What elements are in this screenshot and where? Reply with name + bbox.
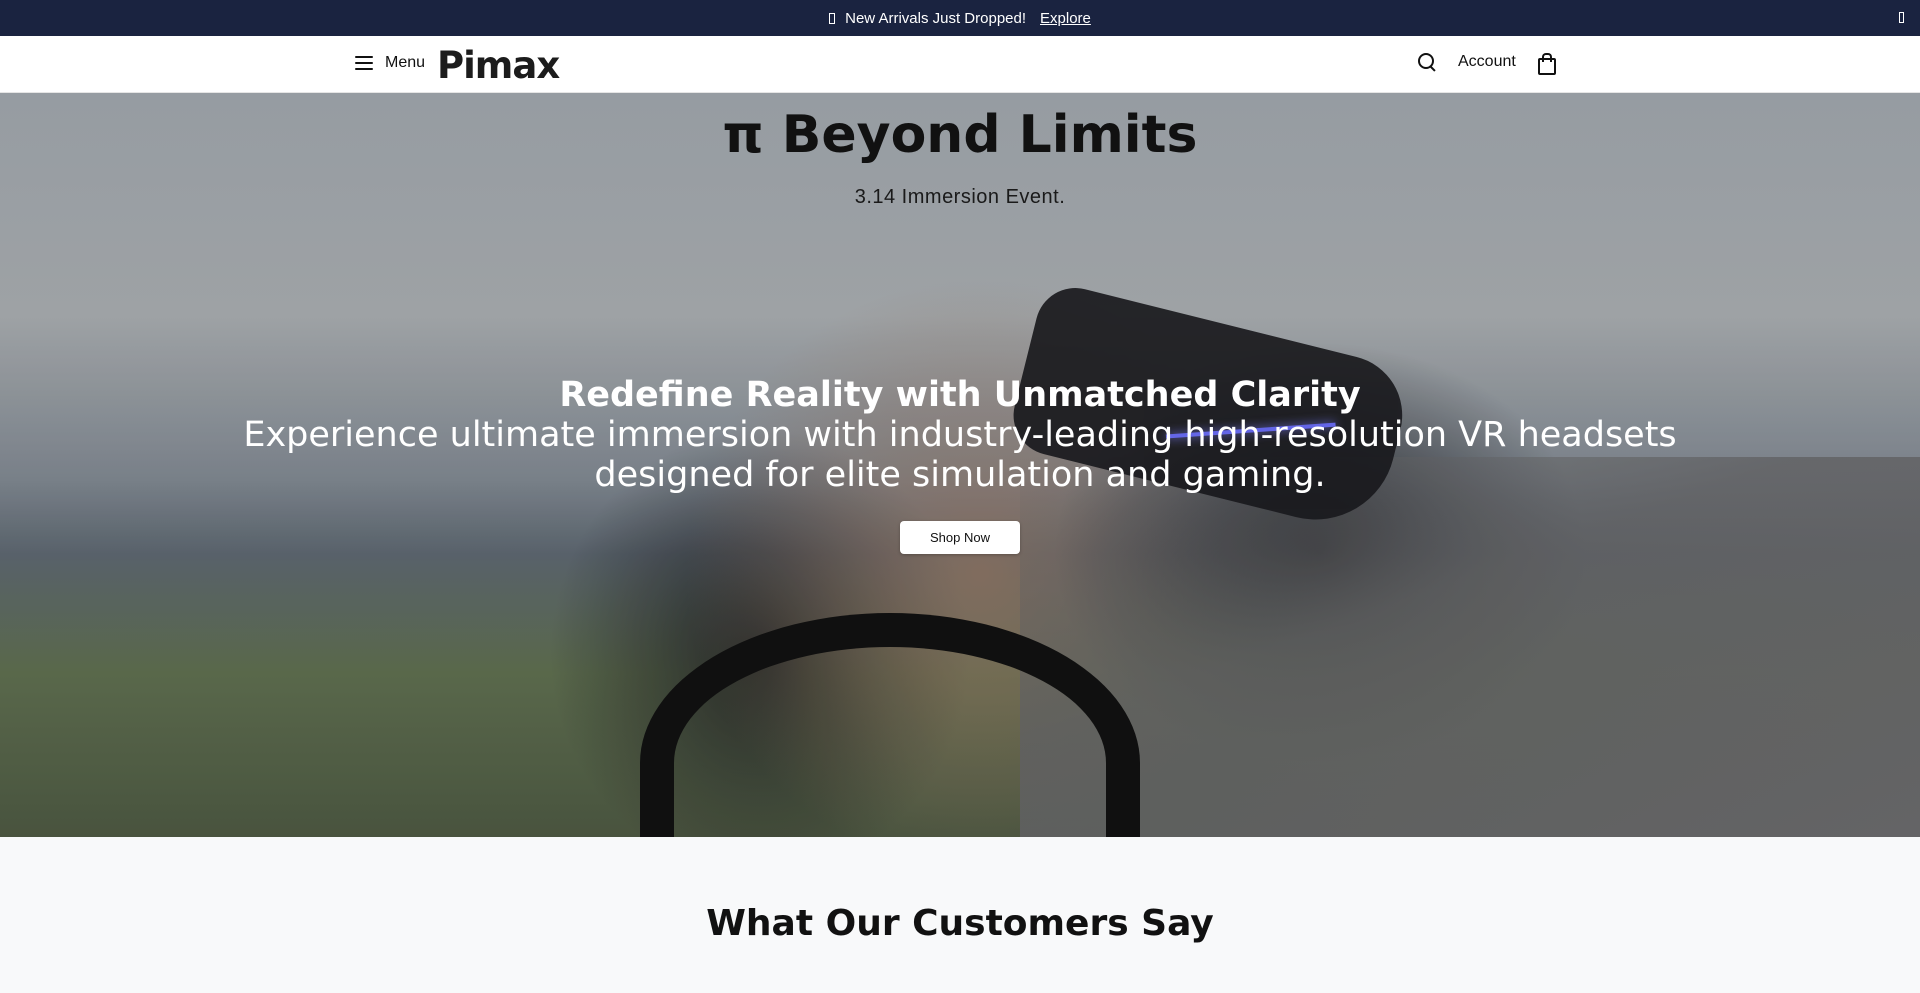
shop-now-button[interactable]: Shop Now [900,521,1020,554]
announcement-explore-link[interactable]: Explore [1040,10,1091,27]
announcement-text: New Arrivals Just Dropped! [845,9,1027,27]
hero-heading: Redefine Reality with Unmatched Clarity [559,375,1361,415]
gift-icon [829,12,836,24]
hero-title: π Beyond Limits [722,105,1198,165]
cart-bag-icon[interactable] [1536,51,1556,75]
account-link[interactable]: Account [1458,53,1516,71]
hero-subheading: Experience ultimate immersion with indus… [243,415,1677,495]
announcement-bar: New Arrivals Just Dropped! Explore [0,0,1920,36]
site-header: Menu Pimax Account [0,36,1920,93]
menu-label: Menu [385,54,426,71]
menu-button[interactable]: Menu [355,54,425,72]
pimax-logo[interactable]: Pimax [437,44,560,87]
testimonials-heading: What Our Customers Say [706,903,1214,944]
testimonials-section: What Our Customers Say [0,837,1920,993]
close-icon[interactable] [1899,12,1904,23]
hamburger-icon [355,56,373,70]
hero-event-text: 3.14 Immersion Event. [854,186,1066,208]
hero-banner: π Beyond Limits 3.14 Immersion Event. Re… [0,93,1920,837]
header-actions: Account [1416,51,1556,75]
search-icon[interactable] [1416,51,1438,73]
